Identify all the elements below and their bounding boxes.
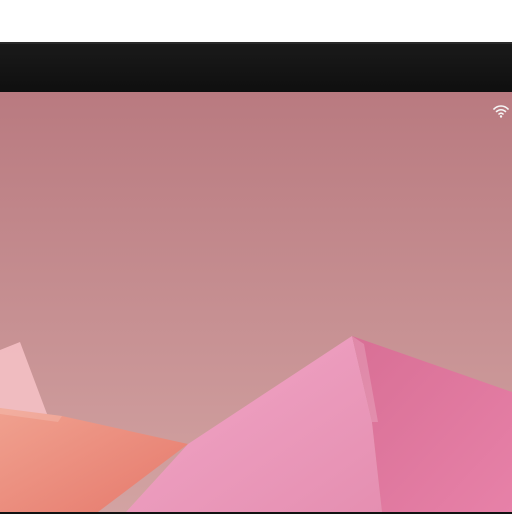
- status-bar: [492, 102, 510, 120]
- wifi-icon: [493, 105, 509, 118]
- background-margin: [0, 0, 512, 44]
- device-screen: [0, 92, 512, 512]
- wallpaper: [0, 92, 512, 512]
- device-bezel: [0, 44, 512, 92]
